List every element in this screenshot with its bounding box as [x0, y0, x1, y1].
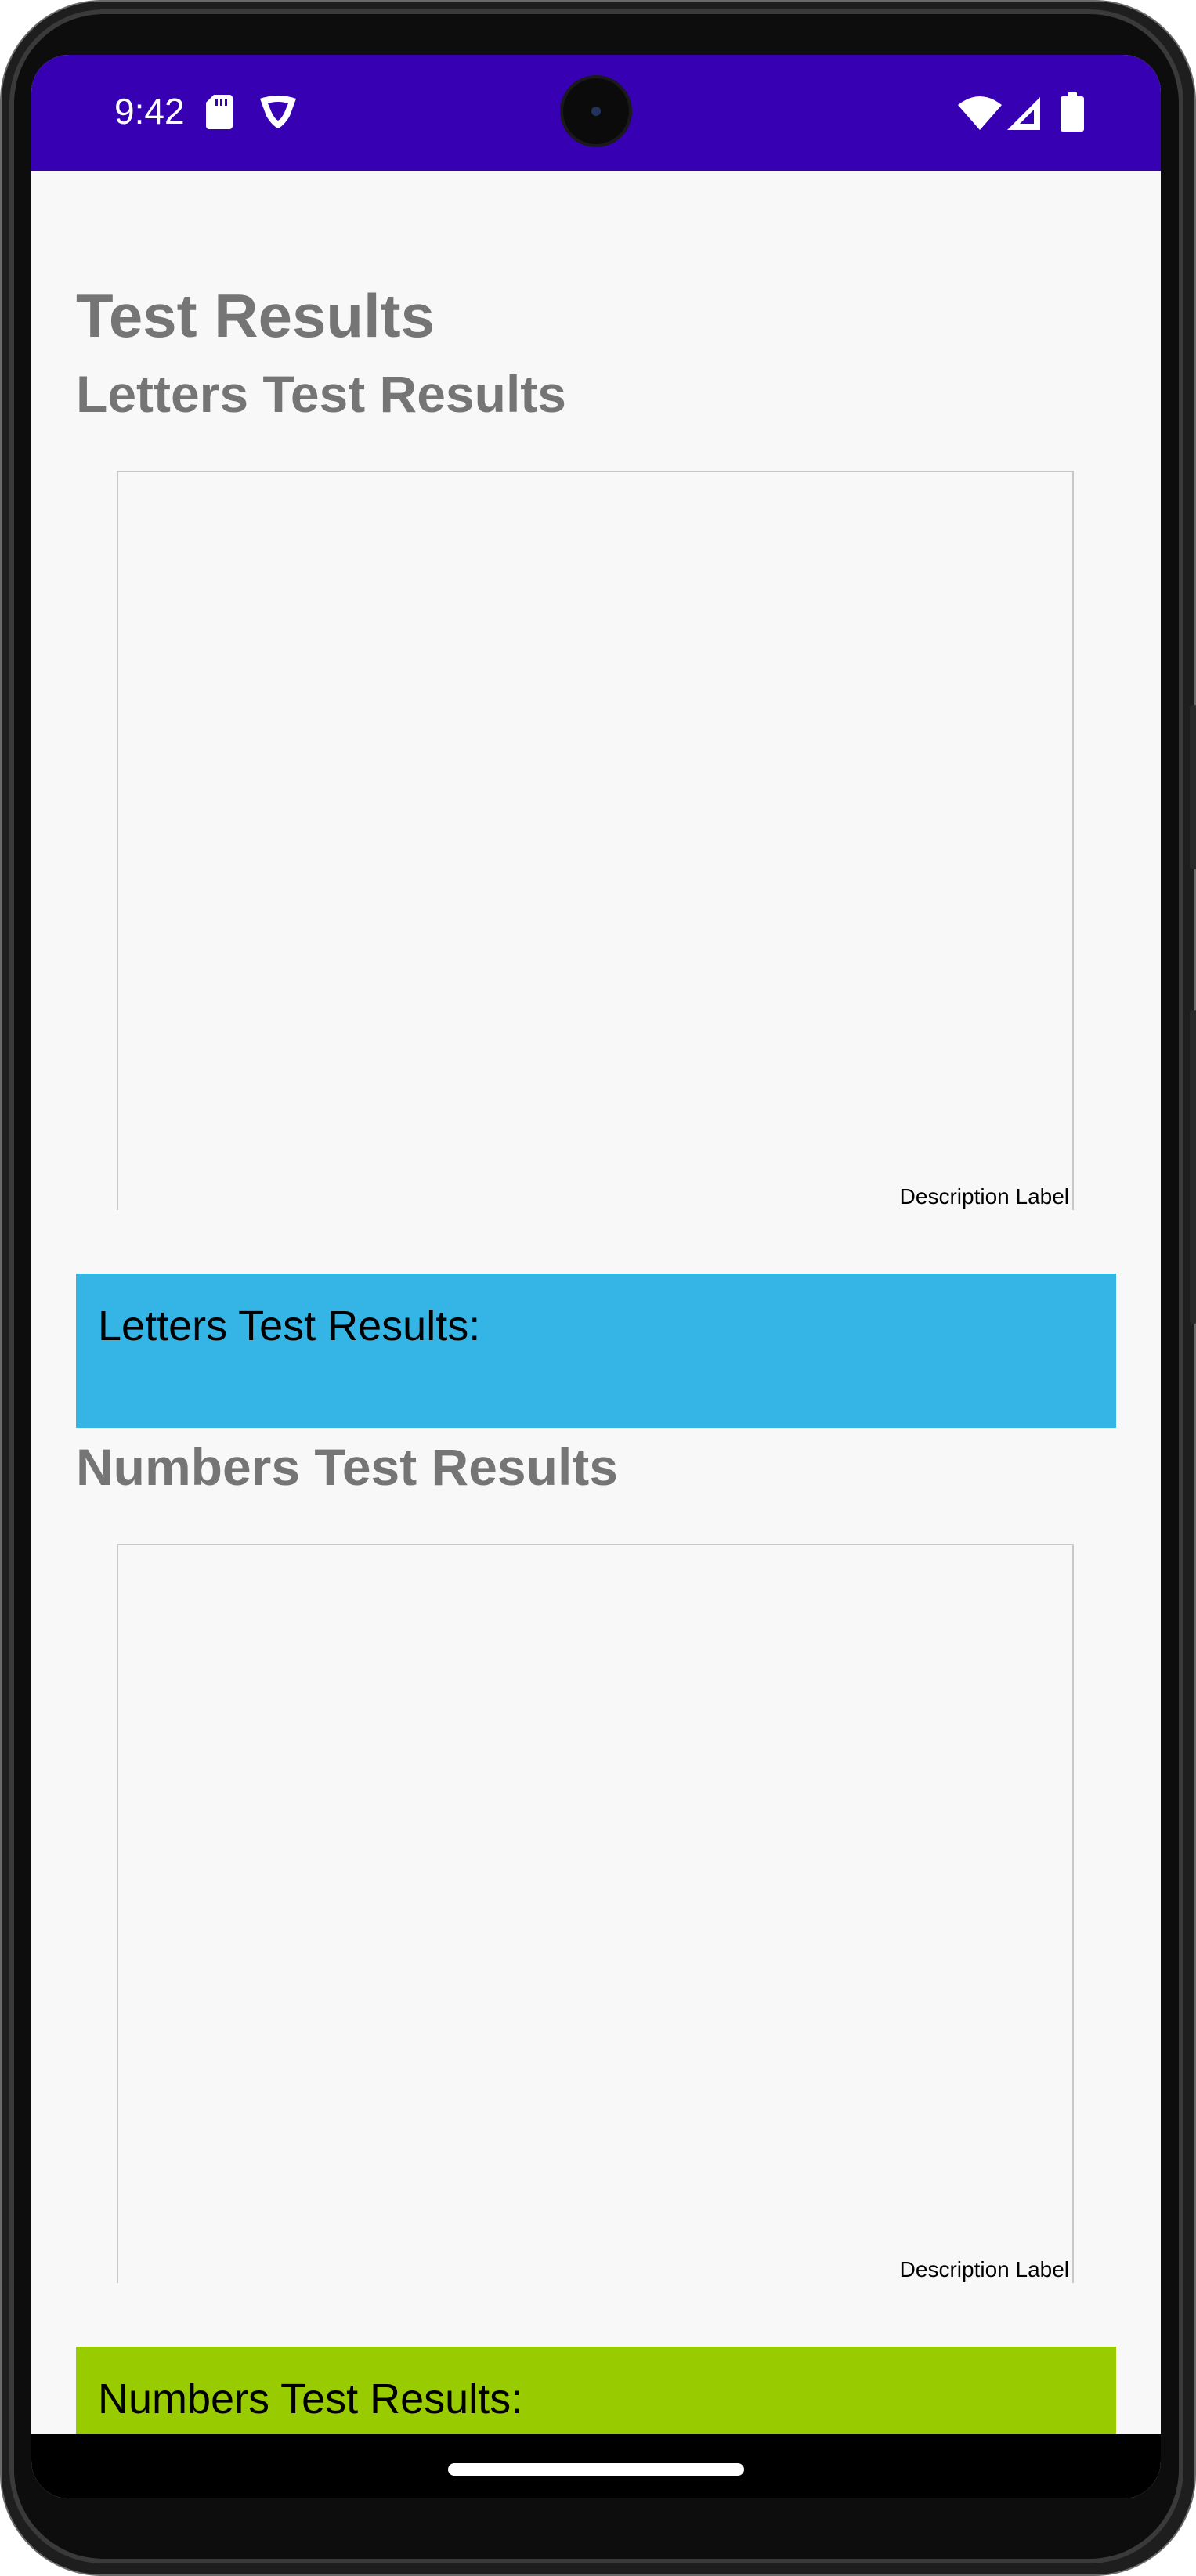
- sd-card-icon: [206, 95, 233, 129]
- wifi-icon: [958, 96, 1002, 130]
- screen: 9:42 Test Results Letters Test Results D…: [31, 55, 1161, 2498]
- battery-icon: [1061, 92, 1084, 132]
- letters-chart: Description Label: [117, 471, 1074, 1210]
- power-button: [1190, 705, 1196, 869]
- navigation-bar: [31, 2434, 1161, 2498]
- status-time: 9:42: [114, 91, 185, 132]
- numbers-section-title: Numbers Test Results: [76, 1438, 618, 1496]
- front-camera: [563, 78, 629, 144]
- numbers-chart: Description Label: [117, 1544, 1074, 2283]
- device: 9:42 Test Results Letters Test Results D…: [0, 0, 1196, 2576]
- home-gesture-handle[interactable]: [448, 2463, 744, 2476]
- cellular-signal-icon: [1007, 97, 1040, 130]
- letters-result-label: Letters Test Results:: [98, 1302, 481, 1349]
- numbers-chart-description: Description Label: [899, 2257, 1069, 2282]
- volume-button: [1190, 1010, 1196, 1324]
- letters-result-panel: Letters Test Results:: [76, 1274, 1116, 1428]
- page-title: Test Results: [76, 281, 435, 350]
- letters-chart-description: Description Label: [899, 1184, 1069, 1209]
- vpn-shield-icon: [260, 96, 296, 128]
- numbers-result-label: Numbers Test Results:: [98, 2375, 523, 2422]
- status-bar: 9:42: [31, 55, 1161, 171]
- letters-section-title: Letters Test Results: [76, 365, 566, 423]
